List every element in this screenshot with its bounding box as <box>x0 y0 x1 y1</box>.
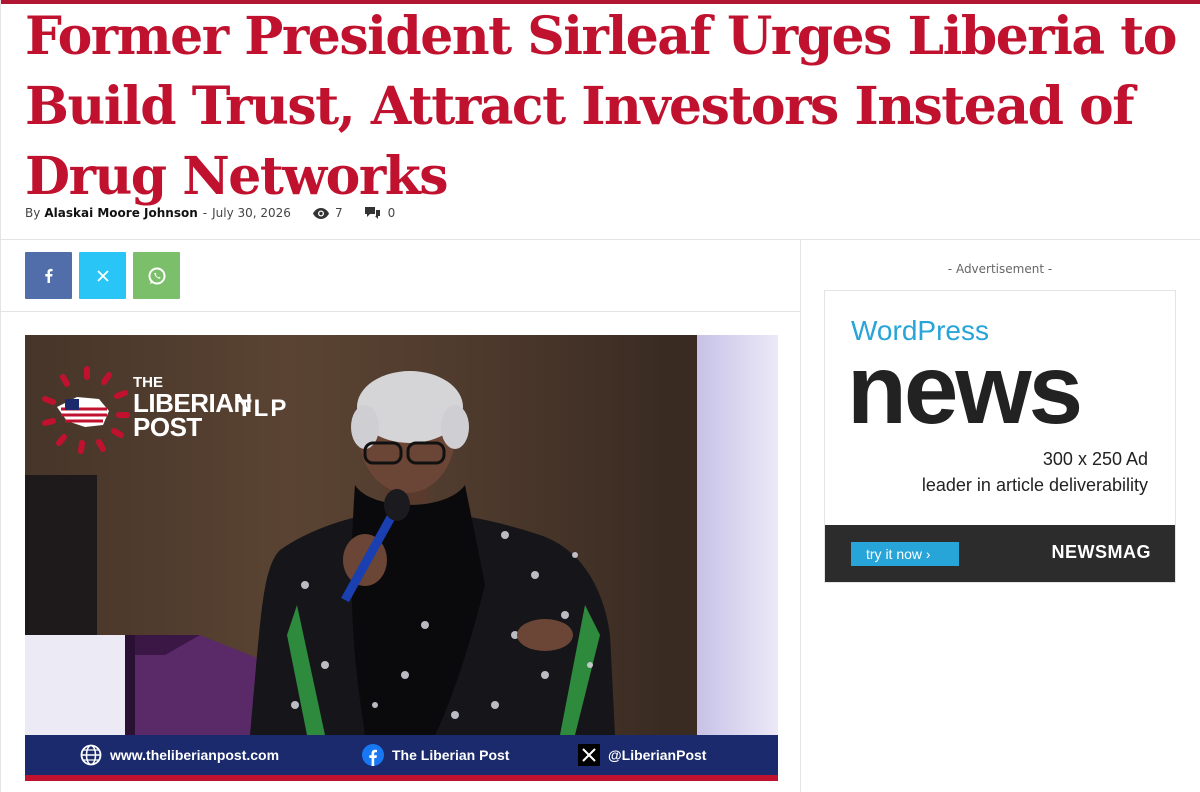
ad-size-text: 300 x 250 Ad <box>1042 449 1148 469</box>
divider <box>0 239 1200 240</box>
ad-brand: NEWSMAG <box>1051 542 1151 562</box>
eye-icon <box>312 207 329 219</box>
divider <box>0 311 800 312</box>
comments-count: 0 <box>387 206 396 220</box>
share-whatsapp-button[interactable] <box>133 252 180 299</box>
globe-icon <box>80 744 102 766</box>
footer-x-text: @LiberianPost <box>608 747 707 763</box>
logo-mark: TLP <box>237 395 289 422</box>
page-edge <box>0 0 1 792</box>
liberian-post-logo-icon <box>42 366 130 454</box>
footer-website-text: www.theliberianpost.com <box>110 747 280 763</box>
article-title: Former President Sirleaf Urges Liberia t… <box>25 6 1177 207</box>
x-icon <box>578 744 600 766</box>
article-meta: By Alaskai Moore Johnson - July 30, 2026… <box>25 205 395 221</box>
by-label: By <box>25 206 41 220</box>
footer-website: www.theliberianpost.com <box>80 744 279 766</box>
footer-facebook-text: The Liberian Post <box>392 747 510 763</box>
views-count: 7 <box>334 206 343 220</box>
share-x-button[interactable] <box>79 252 126 299</box>
meta-separator: - <box>202 206 208 220</box>
footer-facebook: The Liberian Post <box>362 744 509 766</box>
author-link[interactable]: Alaskai Moore Johnson <box>44 206 197 220</box>
advertisement-label: - Advertisement - <box>947 262 1053 276</box>
facebook-icon <box>45 268 53 283</box>
views-counter: 7 <box>312 206 343 220</box>
column-divider <box>800 240 801 792</box>
photo-bottom-bar <box>25 775 778 781</box>
x-icon <box>96 269 109 282</box>
ad-tagline: leader in article deliverability <box>921 475 1148 495</box>
comment-icon <box>364 207 380 219</box>
whatsapp-icon <box>148 267 165 284</box>
logo-line-3: POST <box>133 412 202 442</box>
publish-date: July 30, 2026 <box>212 206 291 220</box>
advertisement-banner[interactable]: WordPress news 300 x 250 Ad leader in ar… <box>824 290 1176 583</box>
ad-headline: news <box>847 334 1083 444</box>
facebook-icon <box>362 744 384 766</box>
logo-wordmark: THE LIBERIAN POST <box>133 375 252 442</box>
footer-x: @LiberianPost <box>578 744 706 766</box>
photo-footer: www.theliberianpost.com The Liberian Pos… <box>25 735 778 775</box>
featured-image[interactable]: THE LIBERIAN POST TLP www.theliberianpos… <box>25 335 778 781</box>
ad-bottom-bar: try it now › NEWSMAG <box>825 525 1175 582</box>
comments-counter[interactable]: 0 <box>364 206 396 220</box>
ad-try-button[interactable]: try it now › <box>851 542 959 566</box>
share-facebook-button[interactable] <box>25 252 72 299</box>
